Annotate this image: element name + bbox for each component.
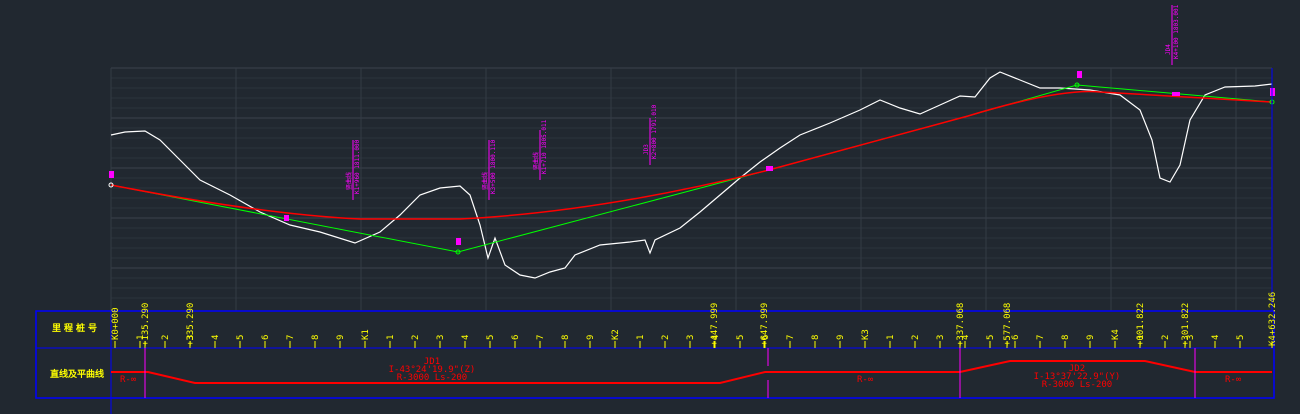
special-station-label: +337.068	[956, 303, 966, 346]
station-tick-label: 8	[561, 335, 571, 340]
station-tick-label: 7	[1036, 335, 1046, 340]
annotation-title: 竖曲线	[345, 172, 353, 190]
station-tick-label: 5	[486, 335, 496, 340]
station-tick-label: 8	[311, 335, 321, 340]
station-tick-label: 1	[386, 335, 396, 340]
station-tick-label: K2	[611, 329, 621, 340]
straight-label-2: R-∞	[857, 375, 874, 385]
profile-grid	[110, 67, 1272, 311]
special-station-label: +577.068	[1003, 303, 1013, 346]
station-tick-label: 5	[1236, 335, 1246, 340]
station-tick-label: 9	[836, 335, 846, 340]
annotation-title: 竖曲线	[532, 152, 540, 170]
row-label-alignment: 直线及平曲线	[50, 368, 104, 380]
special-station-label: +647.999	[760, 303, 770, 346]
station-tick-label: 5	[986, 335, 996, 340]
station-tick-label: 3	[686, 335, 696, 340]
jd2-params: R-3000 Ls-200	[1042, 380, 1112, 390]
station-tick-label: 8	[811, 335, 821, 340]
station-tick-label: 1	[886, 335, 896, 340]
station-tick-label: 3	[436, 335, 446, 340]
special-station-label: +335.290	[186, 303, 196, 346]
station-tick-label: 6	[261, 335, 271, 340]
special-station-label: +447.999	[710, 303, 720, 346]
station-tick-label: 7	[286, 335, 296, 340]
station-tick-label: 2	[911, 335, 921, 340]
station-tick-label: 4	[211, 335, 221, 340]
station-tick-label: 4	[461, 335, 471, 340]
straight-label-1: R-∞	[120, 375, 137, 385]
station-tick-label: 5	[736, 335, 746, 340]
annotation-station: K2+800 1791.010	[651, 104, 658, 159]
ground-line	[110, 71, 1273, 279]
station-tick-label: 2	[661, 335, 671, 340]
station-tick-label: 7	[786, 335, 796, 340]
design-grade-line	[110, 90, 1273, 220]
station-tick-label: 3	[936, 335, 946, 340]
special-station-label: +301.822	[1181, 303, 1191, 346]
station-tick-label: 8	[1061, 335, 1071, 340]
annotation-title: JD4	[1165, 44, 1172, 55]
station-tick-label: K4	[1111, 329, 1121, 340]
station-tick-label: 2	[411, 335, 421, 340]
station-tick-label: 9	[1086, 335, 1096, 340]
jd1-params: R-3000 Ls-200	[397, 373, 467, 383]
station-tick-label: K0+000	[111, 307, 121, 340]
annotation-station: K1+960 1811.000	[354, 139, 361, 194]
annotation-title: 竖曲线	[481, 172, 489, 190]
station-tick-label: K1	[361, 329, 371, 340]
station-tick-label: 5	[236, 335, 246, 340]
special-station-label: K4+632.246	[1268, 292, 1278, 346]
station-tick-label: 1	[636, 335, 646, 340]
annotation-station: K3+500 1800.110	[490, 139, 497, 194]
station-tick-label: 4	[1211, 335, 1221, 340]
station-tick-label: 2	[161, 335, 171, 340]
station-tick-label: 9	[336, 335, 346, 340]
straight-label-3: R-∞	[1225, 375, 1242, 385]
station-tick-label: 2	[1161, 335, 1171, 340]
station-tick-label: K3	[861, 329, 871, 340]
annotation-station: K1+710 1805.011	[541, 119, 548, 174]
station-tick-label: 6	[511, 335, 521, 340]
row-label-stations: 里程桩号	[52, 322, 100, 334]
station-tick-label: 7	[536, 335, 546, 340]
profile-drawing: 竖曲线 K1+960 1811.000 竖曲线 K3+500 1800.110 竖曲线 K…	[35, 4, 1278, 414]
annotation-station: K4+100 1803.001	[1173, 4, 1180, 59]
station-tick-label: 9	[586, 335, 596, 340]
annotation-title: JD3	[643, 144, 650, 155]
special-station-label: +135.290	[141, 303, 151, 346]
special-station-label: +001.822	[1136, 303, 1146, 346]
